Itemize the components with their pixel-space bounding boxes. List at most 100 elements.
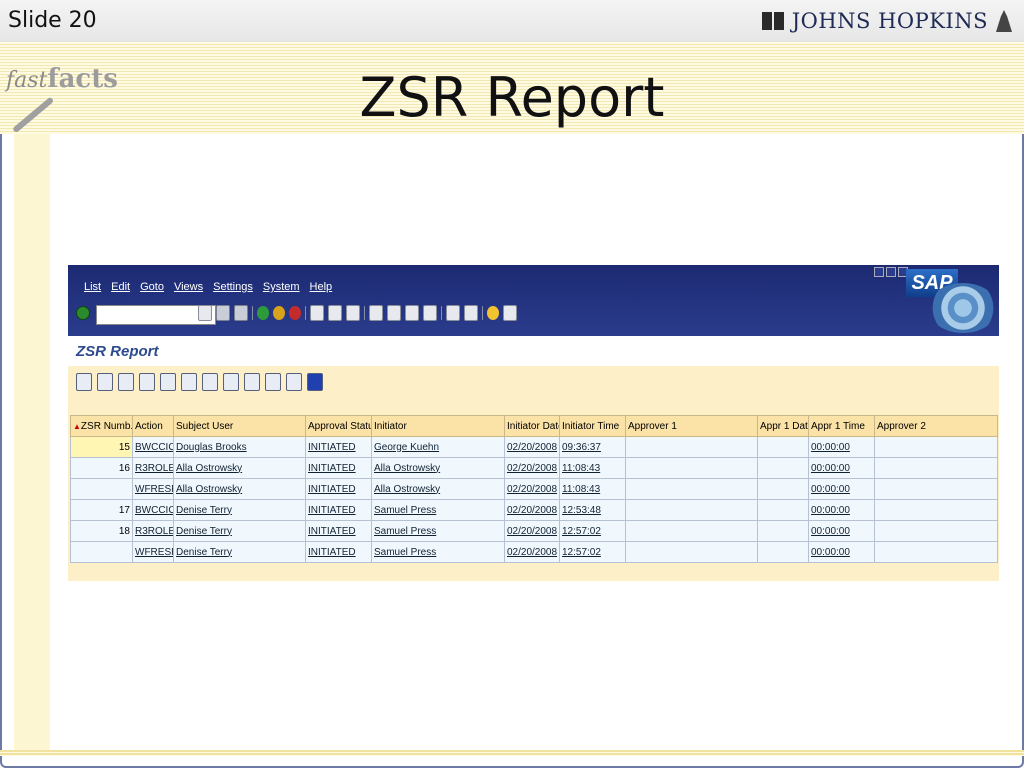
cell-approver-1[interactable]: [625, 478, 758, 500]
cell-initiator-date[interactable]: 02/20/2008: [504, 499, 560, 521]
cell-subject-user[interactable]: Denise Terry: [173, 499, 306, 521]
column-header[interactable]: Initiator Time: [559, 415, 626, 437]
column-header[interactable]: Appr 1 Time: [808, 415, 875, 437]
cell-subject-user[interactable]: Alla Ostrowsky: [173, 457, 306, 479]
cell-initiator-date[interactable]: 02/20/2008: [504, 520, 560, 542]
change-layout-icon[interactable]: [286, 373, 302, 391]
cell-zsr-number[interactable]: 18: [70, 520, 133, 542]
column-header[interactable]: Approver 1: [625, 415, 758, 437]
cell-initiator[interactable]: Samuel Press: [371, 499, 505, 521]
cell-approval-status[interactable]: INITIATED: [305, 520, 372, 542]
cell-appr-1-time[interactable]: 00:00:00: [808, 457, 875, 479]
cell-zsr-number[interactable]: 15: [70, 436, 133, 458]
cell-approval-status[interactable]: INITIATED: [305, 499, 372, 521]
cell-appr-1-time[interactable]: 00:00:00: [808, 520, 875, 542]
cell-initiator-date[interactable]: 02/20/2008: [504, 436, 560, 458]
column-header[interactable]: Action: [132, 415, 174, 437]
column-header[interactable]: ▲ZSR Numb...: [70, 415, 133, 437]
cell-initiator-time[interactable]: 11:08:43: [559, 457, 626, 479]
menu-edit[interactable]: Edit: [111, 281, 130, 293]
cell-approver-2[interactable]: [874, 520, 998, 542]
cell-approver-2[interactable]: [874, 436, 998, 458]
cell-subject-user[interactable]: Denise Terry: [173, 541, 306, 563]
help-icon[interactable]: [487, 306, 499, 320]
cell-appr-1-time[interactable]: 00:00:00: [808, 499, 875, 521]
cell-initiator[interactable]: Alla Ostrowsky: [371, 457, 505, 479]
cell-approver-1[interactable]: [625, 520, 758, 542]
back-icon[interactable]: [257, 306, 269, 320]
previous-page-icon[interactable]: [387, 305, 401, 321]
last-page-icon[interactable]: [423, 305, 437, 321]
cell-subject-user[interactable]: Alla Ostrowsky: [173, 478, 306, 500]
cell-approver-2[interactable]: [874, 541, 998, 563]
cell-appr-1-time[interactable]: 00:00:00: [808, 478, 875, 500]
cell-approver-2[interactable]: [874, 499, 998, 521]
sort-ascending-icon[interactable]: [97, 373, 113, 391]
column-header[interactable]: Initiator: [371, 415, 505, 437]
cell-appr-1-date[interactable]: [757, 457, 809, 479]
maximize-icon[interactable]: [886, 267, 896, 277]
total-icon[interactable]: [160, 373, 176, 391]
next-page-icon[interactable]: [405, 305, 419, 321]
column-header[interactable]: Approver 2: [874, 415, 998, 437]
cell-initiator-date[interactable]: 02/20/2008: [504, 457, 560, 479]
column-header[interactable]: Appr 1 Date: [757, 415, 809, 437]
cell-zsr-number[interactable]: 16: [70, 457, 133, 479]
graphic-icon[interactable]: [265, 373, 281, 391]
exit-icon[interactable]: [273, 306, 285, 320]
cell-approval-status[interactable]: INITIATED: [305, 541, 372, 563]
cell-initiator[interactable]: Alla Ostrowsky: [371, 478, 505, 500]
sort-descending-icon[interactable]: [118, 373, 134, 391]
cell-initiator-time[interactable]: 12:57:02: [559, 541, 626, 563]
cell-appr-1-date[interactable]: [757, 541, 809, 563]
menu-goto[interactable]: Goto: [140, 281, 164, 293]
cell-initiator[interactable]: George Kuehn: [371, 436, 505, 458]
menu-list[interactable]: List: [84, 281, 101, 293]
cell-initiator[interactable]: Samuel Press: [371, 520, 505, 542]
cell-subject-user[interactable]: Denise Terry: [173, 520, 306, 542]
column-header[interactable]: Approval Status: [305, 415, 372, 437]
cell-action[interactable]: WFRESP: [132, 541, 174, 563]
print-icon[interactable]: [310, 305, 324, 321]
cell-initiator-date[interactable]: 02/20/2008: [504, 541, 560, 563]
cell-approver-1[interactable]: [625, 541, 758, 563]
local-file-icon[interactable]: [244, 373, 260, 391]
find-next-icon[interactable]: [346, 305, 360, 321]
dropdown-icon[interactable]: [198, 305, 212, 321]
enter-check-icon[interactable]: [76, 306, 90, 320]
cell-action[interactable]: R3ROLE: [132, 520, 174, 542]
info-icon[interactable]: [307, 373, 323, 391]
new-session-icon[interactable]: [446, 305, 460, 321]
cell-zsr-number[interactable]: 17: [70, 499, 133, 521]
word-processing-icon[interactable]: [223, 373, 239, 391]
cell-initiator[interactable]: Samuel Press: [371, 541, 505, 563]
cell-appr-1-date[interactable]: [757, 520, 809, 542]
cell-action[interactable]: BWCCIO: [132, 436, 174, 458]
cell-initiator-time[interactable]: 09:36:37: [559, 436, 626, 458]
cell-approval-status[interactable]: INITIATED: [305, 457, 372, 479]
cell-action[interactable]: R3ROLE: [132, 457, 174, 479]
cell-appr-1-time[interactable]: 00:00:00: [808, 436, 875, 458]
cell-approval-status[interactable]: INITIATED: [305, 478, 372, 500]
menu-settings[interactable]: Settings: [213, 281, 253, 293]
column-header[interactable]: Subject User: [173, 415, 306, 437]
menu-views[interactable]: Views: [174, 281, 203, 293]
cell-initiator-time[interactable]: 12:53:48: [559, 499, 626, 521]
minimize-icon[interactable]: [874, 267, 884, 277]
cell-approver-2[interactable]: [874, 478, 998, 500]
cell-appr-1-date[interactable]: [757, 499, 809, 521]
cell-zsr-number[interactable]: [70, 478, 133, 500]
cell-initiator-time[interactable]: 11:08:43: [559, 478, 626, 500]
cell-approver-1[interactable]: [625, 499, 758, 521]
cell-appr-1-time[interactable]: 00:00:00: [808, 541, 875, 563]
cell-action[interactable]: WFRESP: [132, 478, 174, 500]
cell-initiator-time[interactable]: 12:57:02: [559, 520, 626, 542]
export-icon[interactable]: [202, 373, 218, 391]
find-icon[interactable]: [328, 305, 342, 321]
menu-system[interactable]: System: [263, 281, 300, 293]
filter-icon[interactable]: [139, 373, 155, 391]
cell-action[interactable]: BWCCIO: [132, 499, 174, 521]
cell-approver-1[interactable]: [625, 436, 758, 458]
layout-menu-icon[interactable]: [503, 305, 517, 321]
cancel-icon[interactable]: [289, 306, 301, 320]
